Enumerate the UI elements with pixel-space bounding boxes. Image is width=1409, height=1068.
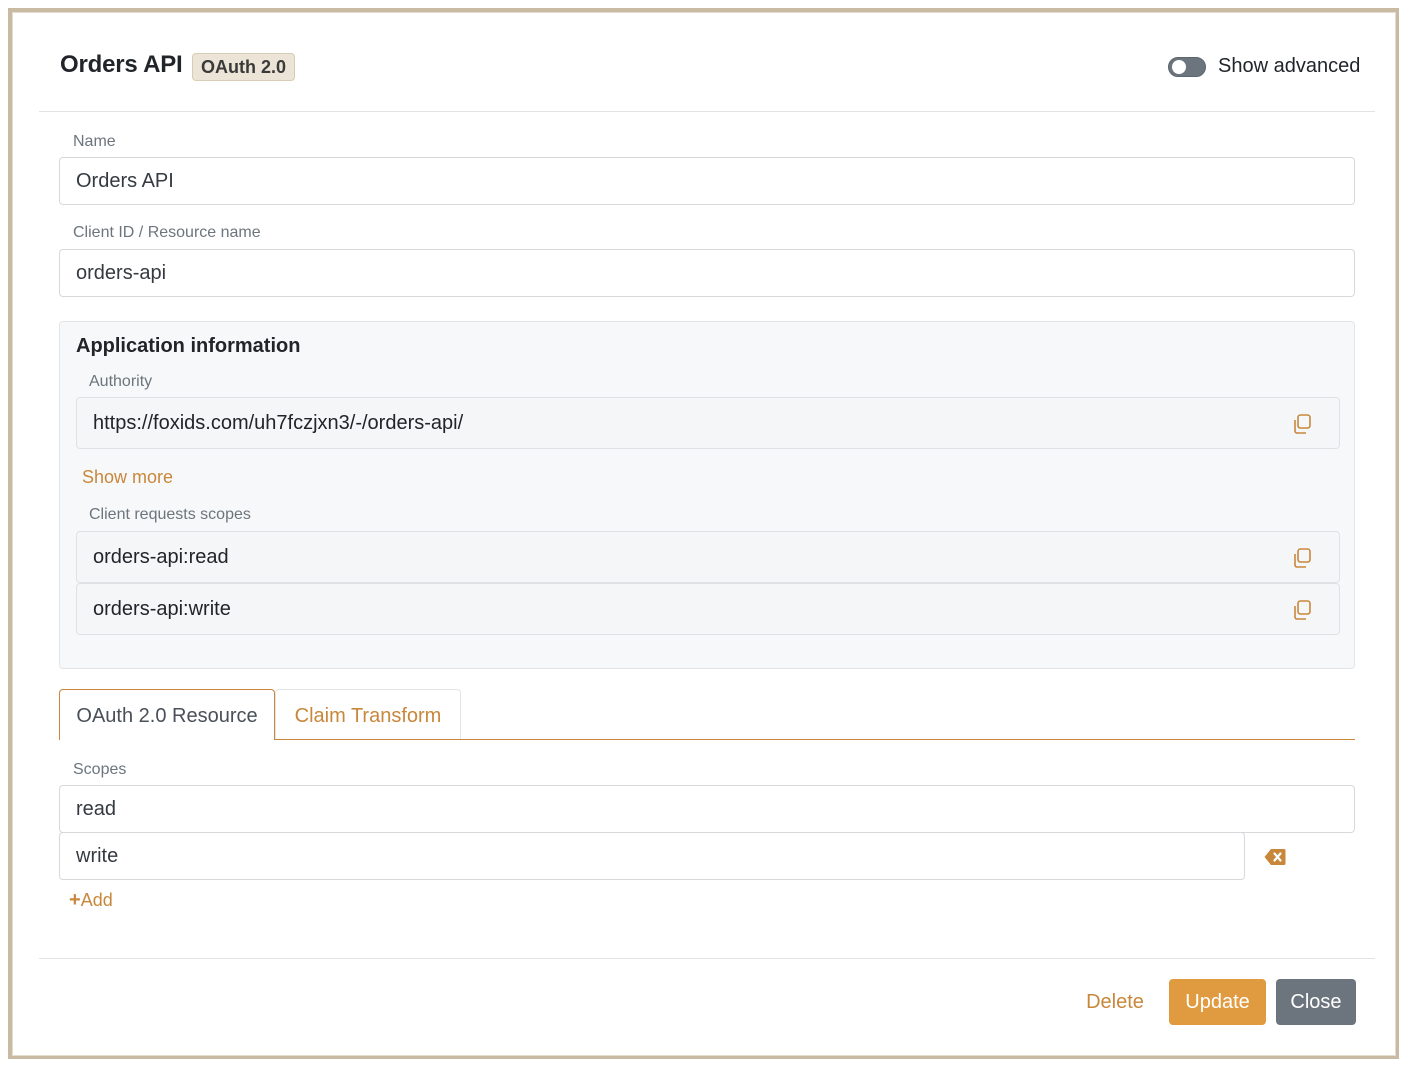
client-scopes-label: Client requests scopes — [89, 506, 251, 523]
client-scope-row: orders-api:read — [76, 531, 1340, 583]
client-scope-value: orders-api:write — [93, 598, 231, 620]
authority-value: https://foxids.com/uh7fczjxn3/-/orders-a… — [93, 412, 464, 434]
add-label: Add — [80, 890, 113, 910]
copy-icon[interactable] — [1291, 547, 1313, 569]
client-scope-row: orders-api:write — [76, 583, 1340, 635]
scope-input[interactable]: read — [59, 785, 1355, 833]
client-id-input[interactable]: orders-api — [59, 249, 1355, 297]
backspace-delete-icon[interactable] — [1264, 848, 1286, 866]
copy-icon[interactable] — [1291, 599, 1313, 621]
dialog-body: Orders API OAuth 2.0 Show advanced Name … — [12, 12, 1396, 1056]
show-advanced-label[interactable]: Show advanced — [1218, 55, 1360, 78]
dialog-frame: Orders API OAuth 2.0 Show advanced Name … — [8, 8, 1399, 1059]
close-button[interactable]: Close — [1276, 979, 1356, 1025]
tab-oauth-resource[interactable]: OAuth 2.0 Resource — [59, 689, 275, 740]
show-more-link[interactable]: Show more — [82, 467, 173, 488]
add-scope-button[interactable]: +Add — [69, 889, 113, 912]
application-info-title: Application information — [76, 335, 301, 357]
protocol-badge: OAuth 2.0 — [192, 53, 296, 81]
dialog-title: Orders API — [60, 51, 183, 78]
footer-divider — [39, 958, 1375, 959]
client-id-label: Client ID / Resource name — [73, 224, 261, 241]
authority-field: https://foxids.com/uh7fczjxn3/-/orders-a… — [76, 397, 1340, 449]
name-label: Name — [73, 133, 116, 150]
tab-claim-transform[interactable]: Claim Transform — [275, 689, 461, 739]
copy-icon[interactable] — [1291, 413, 1313, 435]
scopes-label: Scopes — [73, 761, 127, 778]
toggle-knob — [1172, 60, 1186, 74]
scope-input[interactable]: write — [59, 832, 1245, 880]
plus-icon: + — [69, 889, 81, 911]
header-divider — [39, 111, 1375, 112]
name-input[interactable]: Orders API — [59, 157, 1355, 205]
client-scope-value: orders-api:read — [93, 546, 229, 568]
delete-button[interactable]: Delete — [1075, 979, 1155, 1025]
update-button[interactable]: Update — [1169, 979, 1266, 1025]
authority-label: Authority — [89, 373, 153, 390]
show-advanced-toggle[interactable] — [1168, 57, 1206, 77]
